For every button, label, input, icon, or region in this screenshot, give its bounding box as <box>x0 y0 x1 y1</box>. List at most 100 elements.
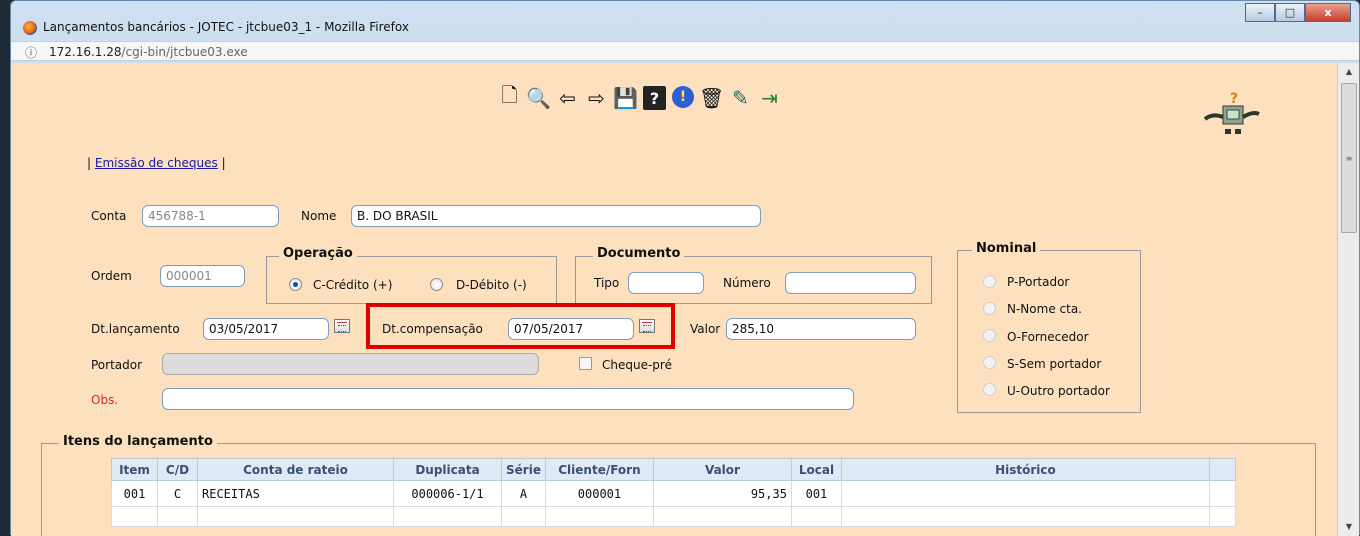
page-content: 🗋 🔍 ⇦ ⇨ 💾 ? ! 🗑 ✎ ⇥ ? | Emissão de chequ… <box>11 63 1337 536</box>
cell-empty <box>790 506 842 527</box>
highlight-box <box>366 303 675 349</box>
cell-cliente-forn: 000001 <box>544 480 654 507</box>
col-conta-rateio[interactable]: Conta de rateio <box>197 458 394 481</box>
col-cd[interactable]: C/D <box>157 458 198 481</box>
maximize-button[interactable]: □ <box>1275 3 1305 22</box>
nav-links: | Emissão de cheques | <box>87 156 226 170</box>
valor-input[interactable]: 285,10 <box>726 318 916 340</box>
col-item[interactable]: Item <box>111 458 158 481</box>
url-host: 172.16.1.28 <box>49 45 122 59</box>
conta-input[interactable]: 456788-1 <box>142 205 279 227</box>
nav-pipe-right: | <box>221 156 226 170</box>
obs-label: Obs. <box>91 393 119 407</box>
col-valor[interactable]: Valor <box>652 458 792 481</box>
nome-label: Nome <box>301 209 337 223</box>
tipo-label: Tipo <box>594 276 620 290</box>
window-controls: – □ x <box>1245 3 1351 22</box>
table-row[interactable]: 001 C RECEITAS 000006-1/1 A 000001 95,35… <box>111 480 1236 507</box>
url-text[interactable]: 172.16.1.28/cgi-bin/jtcbue03.exe <box>49 45 248 59</box>
cell-valor: 95,35 <box>652 480 792 507</box>
trash-icon[interactable]: 🗑 <box>699 86 724 110</box>
dt-lancamento-input[interactable]: 03/05/2017 <box>203 318 329 340</box>
col-duplicata[interactable]: Duplicata <box>393 458 502 481</box>
cell-item: 001 <box>111 480 158 507</box>
svg-text:?: ? <box>1230 91 1238 107</box>
cell-historico <box>840 480 1210 507</box>
debito-radio[interactable] <box>430 278 443 291</box>
cell-empty <box>157 506 198 527</box>
url-path: /cgi-bin/jtcbue03.exe <box>121 45 248 59</box>
portador-label: Portador <box>91 358 143 372</box>
nominal-nome-cta-label[interactable]: N-Nome cta. <box>1007 302 1082 316</box>
col-cliente-forn[interactable]: Cliente/Forn <box>544 458 654 481</box>
exit-door-icon[interactable]: ⇥ <box>758 86 781 110</box>
cell-empty <box>652 506 792 527</box>
nominal-fornecedor-label[interactable]: O-Fornecedor <box>1007 330 1089 344</box>
title-bar: Lançamentos bancários - JOTEC - jtcbue03… <box>11 1 1359 37</box>
portador-input[interactable] <box>162 353 539 375</box>
minimize-button[interactable]: – <box>1245 3 1275 22</box>
nav-pipe-left: | <box>87 156 92 170</box>
obs-input[interactable] <box>162 388 854 410</box>
app-toolbar: 🗋 🔍 ⇦ ⇨ 💾 ? ! 🗑 ✎ ⇥ <box>498 83 781 110</box>
browser-window: Lançamentos bancários - JOTEC - jtcbue03… <box>10 0 1360 536</box>
help-question-icon[interactable]: ? <box>643 86 666 110</box>
cell-empty <box>501 506 546 527</box>
credito-radio[interactable] <box>289 278 302 291</box>
cheque-pre-label[interactable]: Cheque-pré <box>602 358 672 372</box>
nominal-portador-label[interactable]: P-Portador <box>1007 275 1069 289</box>
emissao-cheques-link[interactable]: Emissão de cheques <box>95 156 218 170</box>
firefox-icon <box>23 21 37 35</box>
address-bar[interactable]: ⓘ 172.16.1.28/cgi-bin/jtcbue03.exe <box>11 41 1359 61</box>
nominal-sem-portador-label[interactable]: S-Sem portador <box>1007 357 1101 371</box>
edit-note-icon[interactable]: ✎ <box>729 86 752 110</box>
nominal-portador-radio[interactable] <box>983 275 996 288</box>
vertical-scrollbar[interactable]: ▲ ≡ ▼ <box>1337 63 1359 536</box>
save-disk-icon[interactable]: 💾 <box>613 86 638 110</box>
col-local[interactable]: Local <box>790 458 842 481</box>
cell-conta-rateio: RECEITAS <box>197 480 394 507</box>
site-info-icon[interactable]: ⓘ <box>25 44 37 61</box>
new-document-icon[interactable]: 🗋 <box>498 83 521 110</box>
col-serie[interactable]: Série <box>501 458 546 481</box>
nominal-legend: Nominal <box>972 241 1041 256</box>
table-header-row: Item C/D Conta de rateio Duplicata Série… <box>111 458 1236 481</box>
cell-empty <box>111 506 158 527</box>
nominal-nome-cta-radio[interactable] <box>983 302 996 315</box>
ordem-input[interactable]: 000001 <box>160 265 245 287</box>
credito-label[interactable]: C-Crédito (+) <box>313 278 392 292</box>
cell-cd: C <box>157 480 198 507</box>
cheque-pre-checkbox[interactable] <box>579 357 592 370</box>
table-row[interactable] <box>111 506 1236 527</box>
scroll-up-arrow-icon[interactable]: ▲ <box>1338 63 1360 81</box>
nominal-outro-portador-label[interactable]: U-Outro portador <box>1007 384 1110 398</box>
scrollbar-thumb[interactable]: ≡ <box>1341 83 1357 233</box>
cell-spacer <box>1208 480 1236 507</box>
numero-input[interactable] <box>785 272 916 294</box>
tipo-input[interactable] <box>628 272 704 294</box>
binoculars-search-icon[interactable]: 🔍 <box>526 86 551 110</box>
cell-empty <box>197 506 394 527</box>
close-button[interactable]: x <box>1305 3 1351 22</box>
cell-empty <box>1208 506 1236 527</box>
calendar-icon[interactable] <box>334 319 350 333</box>
nominal-fornecedor-radio[interactable] <box>983 329 996 342</box>
cell-local: 001 <box>790 480 842 507</box>
arrow-left-icon[interactable]: ⇦ <box>556 86 579 110</box>
window-title: Lançamentos bancários - JOTEC - jtcbue03… <box>43 20 409 34</box>
help-robot-icon[interactable]: ? <box>1203 89 1261 145</box>
ordem-label: Ordem <box>91 269 132 283</box>
valor-label: Valor <box>690 322 721 336</box>
debito-label[interactable]: D-Débito (-) <box>456 278 527 292</box>
conta-label: Conta <box>91 209 127 223</box>
nome-input[interactable]: B. DO BRASIL <box>351 205 761 227</box>
cell-duplicata: 000006-1/1 <box>393 480 502 507</box>
col-historico[interactable]: Histórico <box>840 458 1210 481</box>
nominal-outro-portador-radio[interactable] <box>983 383 996 396</box>
scroll-down-arrow-icon[interactable]: ▼ <box>1338 518 1360 536</box>
itens-legend: Itens do lançamento <box>59 434 217 449</box>
arrow-right-icon[interactable]: ⇨ <box>585 86 608 110</box>
nominal-sem-portador-radio[interactable] <box>983 356 996 369</box>
info-exclamation-icon[interactable]: ! <box>672 86 694 108</box>
cell-empty <box>393 506 502 527</box>
